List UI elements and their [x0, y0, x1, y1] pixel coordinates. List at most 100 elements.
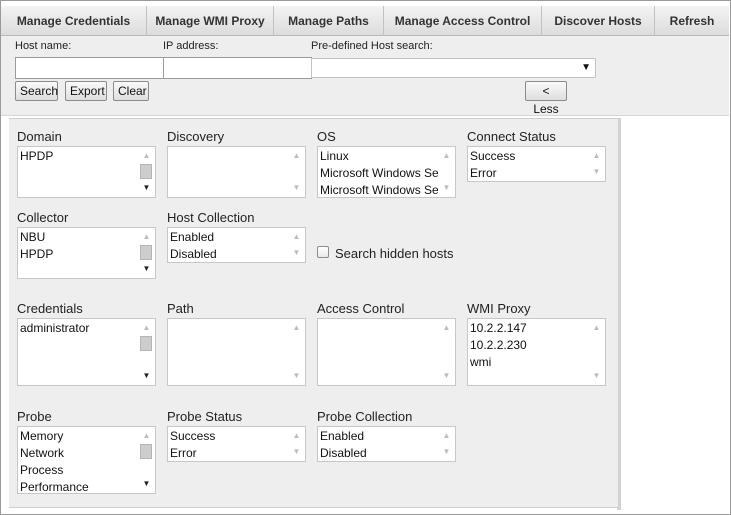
scroll-up-icon[interactable]: ▲ [138, 429, 155, 443]
collector-listbox[interactable]: NBU HPDP ▲ ▼ [17, 227, 156, 279]
scroll-down-icon[interactable]: ▼ [138, 477, 155, 491]
scroll-up-icon[interactable]: ▲ [138, 149, 155, 163]
wmi-proxy-label: WMI Proxy [467, 301, 531, 316]
ip-address-input[interactable] [163, 57, 312, 79]
list-item[interactable]: Disabled [168, 246, 288, 262]
list-item[interactable]: 10.2.2.147 [468, 320, 588, 337]
tab-refresh[interactable]: Refresh [655, 6, 729, 36]
list-item[interactable]: HPDP [18, 246, 138, 263]
discovery-listbox[interactable]: ▲ ▼ [167, 146, 306, 198]
predefined-search-select[interactable]: ▼ [311, 58, 596, 78]
scroll-down-icon[interactable]: ▼ [288, 369, 305, 383]
tab-manage-access-control[interactable]: Manage Access Control [384, 6, 542, 36]
host-name-input[interactable] [15, 57, 164, 79]
clear-button[interactable]: Clear [113, 81, 149, 101]
scrollbar[interactable]: ▲ ▼ [588, 147, 605, 181]
scroll-thumb[interactable] [140, 245, 152, 260]
domain-listbox[interactable]: HPDP ▲ ▼ [17, 146, 156, 198]
wmi-proxy-listbox[interactable]: 10.2.2.147 10.2.2.230 wmi ▲ ▼ [467, 318, 606, 386]
scroll-up-icon[interactable]: ▲ [288, 230, 305, 244]
list-item[interactable]: Disabled [318, 445, 438, 461]
tab-manage-credentials[interactable]: Manage Credentials [1, 6, 147, 36]
scrollbar[interactable]: ▲ ▼ [288, 147, 305, 197]
list-item[interactable]: Microsoft Windows Se [318, 182, 438, 197]
scrollbar[interactable]: ▲ ▼ [588, 319, 605, 385]
scrollbar[interactable]: ▲ ▼ [438, 427, 455, 461]
scroll-down-icon[interactable]: ▼ [138, 181, 155, 195]
scroll-thumb[interactable] [140, 336, 152, 351]
scroll-down-icon[interactable]: ▼ [288, 246, 305, 260]
connect-status-listbox[interactable]: Success Error ▲ ▼ [467, 146, 606, 182]
list-item[interactable]: Error [168, 445, 288, 461]
collector-label: Collector [17, 210, 69, 225]
less-button[interactable]: < Less [525, 81, 567, 116]
ip-address-label: IP address: [163, 40, 219, 52]
access-control-label: Access Control [317, 301, 405, 316]
scroll-down-icon[interactable]: ▼ [438, 369, 455, 383]
scrollbar[interactable]: ▲ ▼ [138, 228, 155, 278]
scroll-up-icon[interactable]: ▲ [138, 321, 155, 335]
scroll-up-icon[interactable]: ▲ [288, 149, 305, 163]
scrollbar[interactable]: ▲ ▼ [138, 427, 155, 493]
list-item[interactable]: Enabled [168, 229, 288, 246]
probe-collection-label: Probe Collection [317, 409, 413, 424]
list-item[interactable]: Memory [18, 428, 138, 445]
list-item[interactable]: Network [18, 445, 138, 462]
list-item[interactable]: Performance [18, 479, 138, 493]
domain-label: Domain [17, 129, 62, 144]
list-item[interactable]: 10.2.2.230 [468, 337, 588, 354]
access-control-listbox[interactable]: ▲ ▼ [317, 318, 456, 386]
list-item[interactable]: wmi [468, 354, 588, 371]
scroll-down-icon[interactable]: ▼ [288, 445, 305, 459]
scroll-thumb[interactable] [140, 164, 152, 179]
scroll-down-icon[interactable]: ▼ [438, 445, 455, 459]
scroll-up-icon[interactable]: ▲ [438, 429, 455, 443]
list-item[interactable]: Enabled [318, 428, 438, 445]
scroll-up-icon[interactable]: ▲ [438, 149, 455, 163]
scroll-thumb[interactable] [140, 444, 152, 459]
path-listbox[interactable]: ▲ ▼ [167, 318, 306, 386]
scroll-up-icon[interactable]: ▲ [588, 149, 605, 163]
scroll-down-icon[interactable]: ▼ [588, 369, 605, 383]
scroll-up-icon[interactable]: ▲ [588, 321, 605, 335]
scroll-down-icon[interactable]: ▼ [138, 262, 155, 276]
scrollbar[interactable]: ▲ ▼ [288, 228, 305, 262]
scrollbar[interactable]: ▲ ▼ [288, 319, 305, 385]
scroll-down-icon[interactable]: ▼ [288, 181, 305, 195]
scrollbar[interactable]: ▲ ▼ [288, 427, 305, 461]
list-item[interactable]: NBU [18, 229, 138, 246]
list-item[interactable]: Error [468, 165, 588, 181]
scrollbar[interactable]: ▲ ▼ [138, 319, 155, 385]
os-listbox[interactable]: Linux Microsoft Windows Se Microsoft Win… [317, 146, 456, 198]
export-button[interactable]: Export [65, 81, 107, 101]
scroll-up-icon[interactable]: ▲ [288, 429, 305, 443]
scroll-down-icon[interactable]: ▼ [138, 369, 155, 383]
scroll-up-icon[interactable]: ▲ [138, 230, 155, 244]
search-hidden-hosts-checkbox[interactable] [317, 246, 329, 258]
list-item[interactable]: Process [18, 462, 138, 479]
scrollbar[interactable]: ▲ ▼ [438, 319, 455, 385]
tab-manage-paths[interactable]: Manage Paths [274, 6, 384, 36]
tab-manage-wmi-proxy[interactable]: Manage WMI Proxy [147, 6, 274, 36]
scroll-up-icon[interactable]: ▲ [288, 321, 305, 335]
probe-collection-listbox[interactable]: Enabled Disabled ▲ ▼ [317, 426, 456, 462]
scrollbar[interactable]: ▲ ▼ [138, 147, 155, 197]
list-item[interactable]: Success [168, 428, 288, 445]
host-collection-listbox[interactable]: Enabled Disabled ▲ ▼ [167, 227, 306, 263]
search-hidden-hosts-label[interactable]: Search hidden hosts [335, 246, 454, 261]
list-item[interactable]: administrator [18, 320, 138, 337]
list-item[interactable]: Linux [318, 148, 438, 165]
credentials-listbox[interactable]: administrator ▲ ▼ [17, 318, 156, 386]
list-item[interactable]: HPDP [18, 148, 138, 165]
list-item[interactable]: Microsoft Windows Se [318, 165, 438, 182]
scroll-up-icon[interactable]: ▲ [438, 321, 455, 335]
scroll-down-icon[interactable]: ▼ [588, 165, 605, 179]
tab-discover-hosts[interactable]: Discover Hosts [542, 6, 655, 36]
host-collection-label: Host Collection [167, 210, 255, 225]
list-item[interactable]: Success [468, 148, 588, 165]
probe-listbox[interactable]: Memory Network Process Performance ▲ ▼ [17, 426, 156, 494]
scroll-down-icon[interactable]: ▼ [438, 181, 455, 195]
probe-status-listbox[interactable]: Success Error ▲ ▼ [167, 426, 306, 462]
search-button[interactable]: Search [15, 81, 58, 101]
scrollbar[interactable]: ▲ ▼ [438, 147, 455, 197]
